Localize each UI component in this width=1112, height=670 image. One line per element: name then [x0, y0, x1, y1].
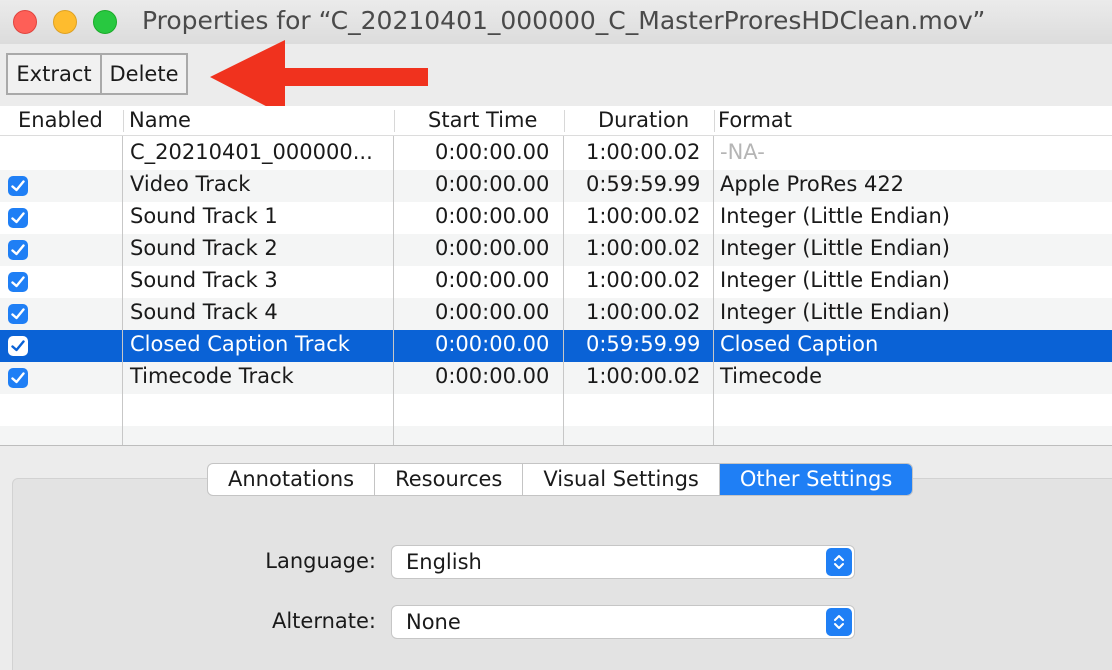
enabled-checkbox[interactable]	[8, 304, 28, 324]
close-window-button[interactable]	[13, 10, 37, 34]
alternate-value: None	[406, 610, 461, 634]
tab-visual-settings[interactable]: Visual Settings	[523, 464, 720, 495]
track-name: Sound Track 2	[130, 236, 278, 260]
checkmark-icon	[11, 244, 25, 256]
checkmark-icon	[11, 212, 25, 224]
column-divider	[713, 136, 714, 446]
track-start-time: 0:00:00.00	[435, 268, 550, 292]
track-format: Integer (Little Endian)	[720, 236, 950, 260]
track-start-time: 0:00:00.00	[435, 172, 550, 196]
checkmark-icon	[11, 372, 25, 384]
track-duration: 1:00:00.02	[586, 140, 701, 164]
track-duration: 1:00:00.02	[586, 204, 701, 228]
track-start-time: 0:00:00.00	[435, 364, 550, 388]
table-row[interactable]: Sound Track 4 0:00:00.00 1:00:00.02 Inte…	[0, 298, 1112, 330]
checkmark-icon	[11, 340, 25, 352]
enabled-checkbox[interactable]	[8, 336, 28, 356]
table-row[interactable]: Sound Track 2 0:00:00.00 1:00:00.02 Inte…	[0, 234, 1112, 266]
track-format: Timecode	[720, 364, 823, 388]
track-name: Closed Caption Track	[130, 332, 350, 356]
toolbar: Extract Delete	[0, 44, 1112, 106]
track-format: Integer (Little Endian)	[720, 300, 950, 324]
alternate-popup[interactable]: None	[391, 605, 855, 639]
track-format: Closed Caption	[720, 332, 879, 356]
track-duration: 1:00:00.02	[586, 268, 701, 292]
table-row[interactable]: Sound Track 3 0:00:00.00 1:00:00.02 Inte…	[0, 266, 1112, 298]
column-header-duration[interactable]: Duration	[598, 108, 689, 132]
track-start-time: 0:00:00.00	[435, 236, 550, 260]
track-start-time: 0:00:00.00	[435, 204, 550, 228]
tab-resources[interactable]: Resources	[375, 464, 524, 495]
track-format: Integer (Little Endian)	[720, 268, 950, 292]
table-row[interactable]: Sound Track 1 0:00:00.00 1:00:00.02 Inte…	[0, 202, 1112, 234]
table-row[interactable]: Timecode Track 0:00:00.00 1:00:00.02 Tim…	[0, 362, 1112, 394]
column-divider	[393, 136, 394, 446]
checkmark-icon	[11, 308, 25, 320]
title-bar: Properties for “C_20210401_000000_C_Mast…	[0, 0, 1112, 44]
chevron-updown-icon	[826, 548, 852, 576]
track-duration: 1:00:00.02	[586, 300, 701, 324]
column-header-format[interactable]: Format	[718, 108, 792, 132]
track-duration: 1:00:00.02	[586, 364, 701, 388]
track-name: Sound Track 3	[130, 268, 278, 292]
track-format: -NA-	[720, 140, 765, 164]
track-duration: 0:59:59.99	[586, 172, 701, 196]
checkmark-icon	[11, 180, 25, 192]
chevron-updown-icon	[826, 608, 852, 636]
enabled-checkbox[interactable]	[8, 368, 28, 388]
empty-row	[0, 426, 1112, 446]
tab-bar: Annotations Resources Visual Settings Ot…	[207, 463, 914, 496]
enabled-checkbox[interactable]	[8, 240, 28, 260]
track-start-time: 0:00:00.00	[435, 332, 550, 356]
track-name: Timecode Track	[130, 364, 294, 388]
table-header: Enabled Name Start Time Duration Format	[0, 106, 1112, 136]
extract-button[interactable]: Extract	[6, 53, 102, 95]
table-row[interactable]: Video Track 0:00:00.00 0:59:59.99 Apple …	[0, 170, 1112, 202]
language-value: English	[406, 550, 482, 574]
enabled-checkbox[interactable]	[8, 272, 28, 292]
track-name: C_20210401_000000...	[130, 140, 373, 164]
minimize-window-button[interactable]	[53, 10, 77, 34]
tab-other-settings[interactable]: Other Settings	[719, 464, 913, 495]
table-row[interactable]: C_20210401_000000... 0:00:00.00 1:00:00.…	[0, 138, 1112, 170]
column-header-enabled[interactable]: Enabled	[18, 108, 103, 132]
zoom-window-button[interactable]	[93, 10, 117, 34]
table-row-selected[interactable]: Closed Caption Track 0:00:00.00 0:59:59.…	[0, 330, 1112, 362]
track-start-time: 0:00:00.00	[435, 300, 550, 324]
enabled-checkbox[interactable]	[8, 208, 28, 228]
column-header-start-time[interactable]: Start Time	[428, 108, 537, 132]
track-format: Integer (Little Endian)	[720, 204, 950, 228]
column-divider	[122, 136, 123, 446]
delete-button[interactable]: Delete	[100, 53, 188, 95]
alternate-label: Alternate:	[271, 609, 376, 633]
window-title: Properties for “C_20210401_000000_C_Mast…	[142, 6, 986, 35]
track-start-time: 0:00:00.00	[435, 140, 550, 164]
track-name: Sound Track 1	[130, 204, 278, 228]
split-divider[interactable]	[0, 445, 1112, 446]
language-label: Language:	[265, 549, 376, 573]
track-name: Sound Track 4	[130, 300, 278, 324]
track-format: Apple ProRes 422	[720, 172, 905, 196]
tab-annotations[interactable]: Annotations	[208, 464, 376, 495]
checkmark-icon	[11, 276, 25, 288]
column-divider	[563, 136, 564, 446]
red-arrow-icon	[210, 40, 428, 116]
track-duration: 1:00:00.02	[586, 236, 701, 260]
track-name: Video Track	[130, 172, 251, 196]
tracks-table: Enabled Name Start Time Duration Format …	[0, 106, 1112, 446]
track-duration: 0:59:59.99	[586, 332, 701, 356]
enabled-checkbox[interactable]	[8, 176, 28, 196]
column-header-name[interactable]: Name	[129, 108, 191, 132]
language-popup[interactable]: English	[391, 545, 855, 579]
